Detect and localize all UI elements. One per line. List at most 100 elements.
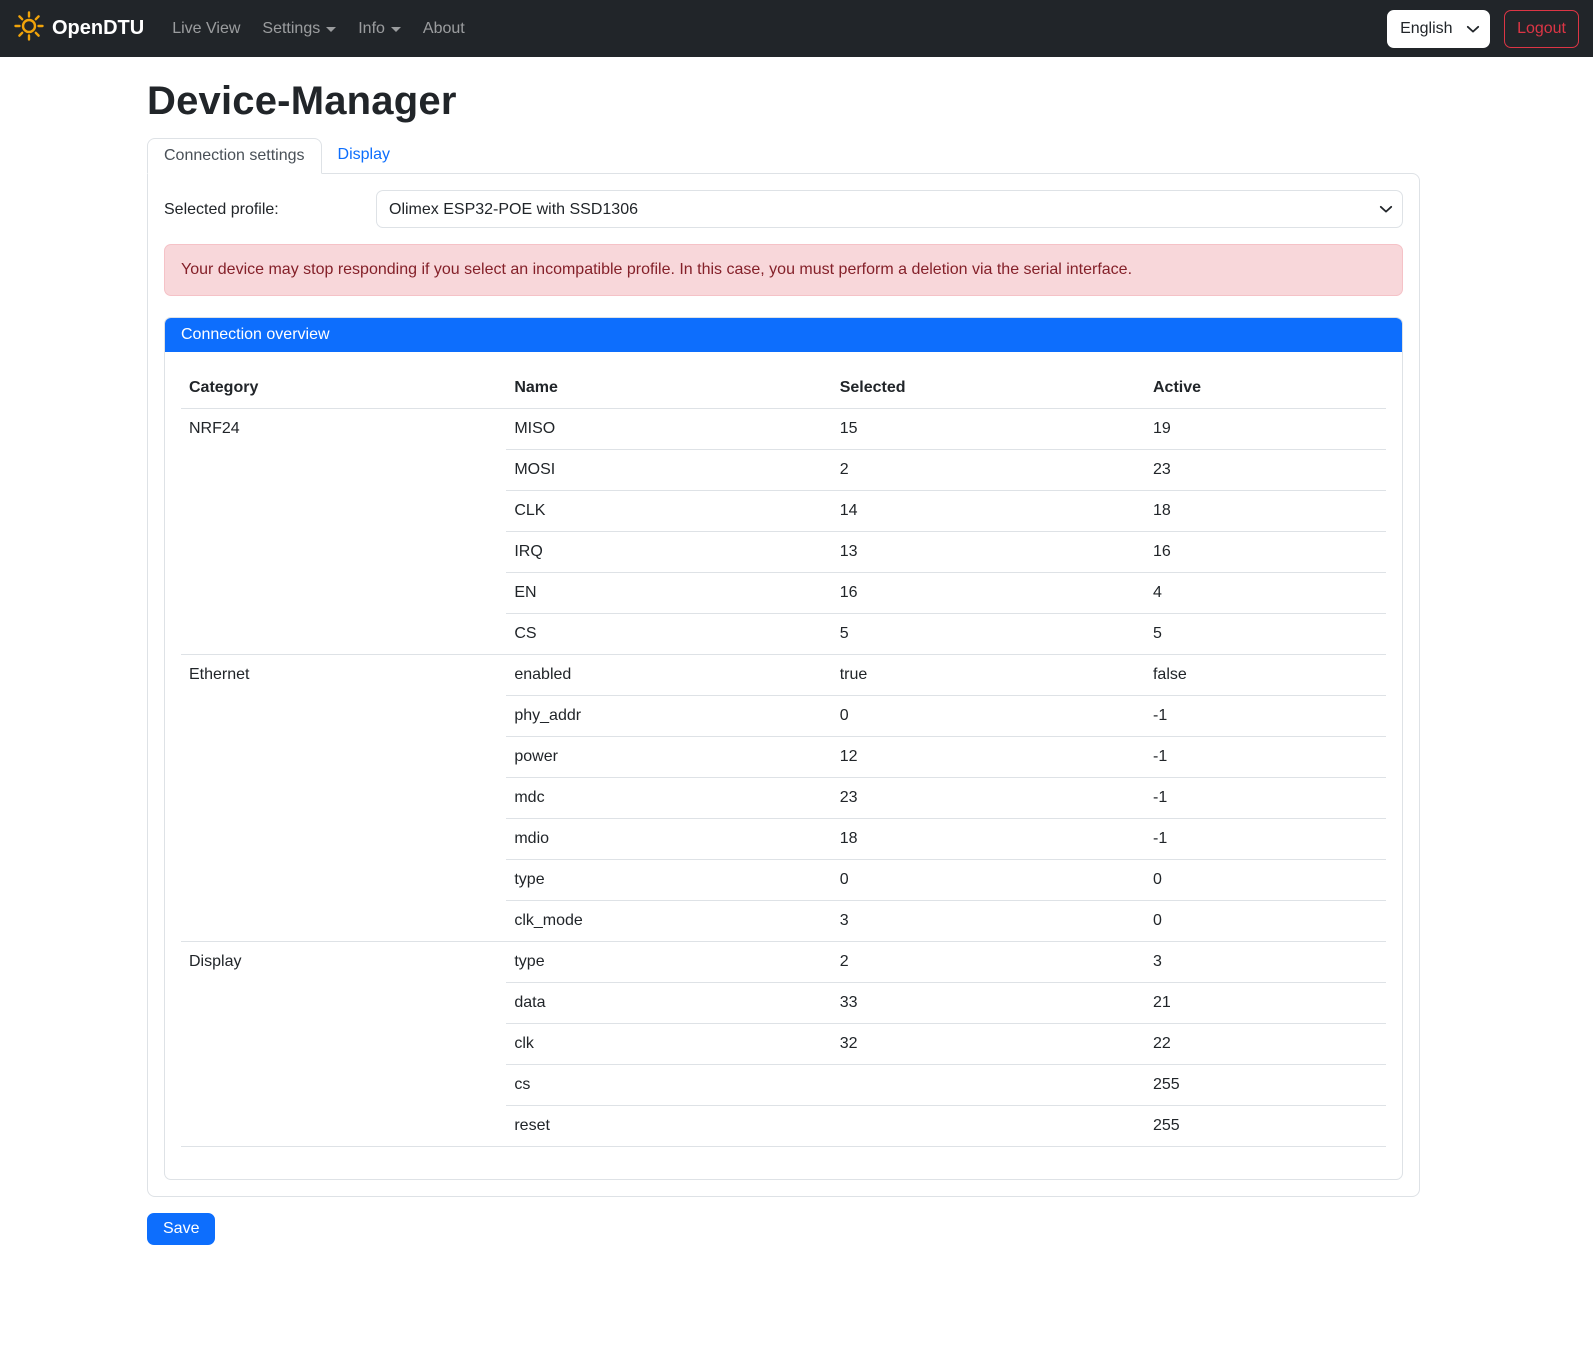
connection-overview-card: Connection overview Category Name Select… (164, 317, 1403, 1180)
nav-item-about[interactable]: About (415, 12, 473, 46)
active-cell: -1 (1145, 696, 1386, 737)
page-title: Device-Manager (147, 79, 1420, 124)
selected-cell: 14 (832, 491, 1145, 532)
selected-cell: 0 (832, 696, 1145, 737)
table-row: Ethernetenabledtruefalse (181, 655, 1386, 696)
name-cell: data (506, 983, 831, 1024)
name-cell: mdc (506, 778, 831, 819)
caret-down-icon (391, 27, 401, 32)
selected-cell (832, 1106, 1145, 1147)
active-cell: 0 (1145, 860, 1386, 901)
nav-item-label: Live View (172, 20, 240, 38)
active-cell: -1 (1145, 819, 1386, 860)
name-cell: clk (506, 1024, 831, 1065)
selected-cell: 0 (832, 860, 1145, 901)
column-header-selected: Selected (832, 368, 1145, 409)
nav-item-label: About (423, 20, 465, 38)
active-cell: 0 (1145, 901, 1386, 942)
name-cell: clk_mode (506, 901, 831, 942)
tab-bar: Connection settings Display (147, 138, 1420, 173)
category-cell: Display (181, 942, 506, 1147)
active-cell: 3 (1145, 942, 1386, 983)
selected-cell: 18 (832, 819, 1145, 860)
language-select[interactable]: English (1387, 10, 1490, 48)
name-cell: enabled (506, 655, 831, 696)
selected-cell: 12 (832, 737, 1145, 778)
name-cell: cs (506, 1065, 831, 1106)
category-cell: NRF24 (181, 409, 506, 655)
name-cell: phy_addr (506, 696, 831, 737)
column-header-category: Category (181, 368, 506, 409)
selected-cell: 2 (832, 942, 1145, 983)
category-cell: Ethernet (181, 655, 506, 942)
name-cell: power (506, 737, 831, 778)
tab-display[interactable]: Display (322, 138, 406, 173)
selected-cell (832, 1065, 1145, 1106)
profile-select[interactable]: Olimex ESP32-POE with SSD1306 (376, 190, 1403, 228)
profile-select-wrap: Olimex ESP32-POE with SSD1306 (376, 190, 1403, 228)
nav-item-live-view[interactable]: Live View (164, 12, 248, 46)
table-row: Displaytype23 (181, 942, 1386, 983)
language-select-wrap: English (1387, 10, 1490, 48)
selected-cell: 33 (832, 983, 1145, 1024)
active-cell: 21 (1145, 983, 1386, 1024)
active-cell: 255 (1145, 1065, 1386, 1106)
profile-row: Selected profile: Olimex ESP32-POE with … (164, 190, 1403, 228)
table-header-row: Category Name Selected Active (181, 368, 1386, 409)
tab-connection-settings[interactable]: Connection settings (147, 138, 322, 174)
brand[interactable]: OpenDTU (14, 11, 144, 47)
name-cell: type (506, 860, 831, 901)
selected-cell: true (832, 655, 1145, 696)
brand-label: OpenDTU (52, 17, 144, 40)
nav-item-settings[interactable]: Settings (254, 12, 344, 46)
selected-cell: 3 (832, 901, 1145, 942)
active-cell: 19 (1145, 409, 1386, 450)
name-cell: reset (506, 1106, 831, 1147)
nav-item-label: Settings (262, 20, 320, 38)
sun-icon (14, 11, 44, 47)
selected-cell: 23 (832, 778, 1145, 819)
name-cell: CLK (506, 491, 831, 532)
active-cell: 22 (1145, 1024, 1386, 1065)
active-cell: 4 (1145, 573, 1386, 614)
active-cell: 23 (1145, 450, 1386, 491)
caret-down-icon (326, 27, 336, 32)
nav-item-label: Info (358, 20, 385, 38)
card-header: Connection overview (165, 318, 1402, 352)
column-header-active: Active (1145, 368, 1386, 409)
active-cell: 16 (1145, 532, 1386, 573)
name-cell: MISO (506, 409, 831, 450)
logout-button[interactable]: Logout (1504, 10, 1579, 48)
table-header: Category Name Selected Active (181, 368, 1386, 409)
save-button[interactable]: Save (147, 1213, 215, 1245)
active-cell: false (1145, 655, 1386, 696)
name-cell: type (506, 942, 831, 983)
active-cell: 5 (1145, 614, 1386, 655)
tab-content: Selected profile: Olimex ESP32-POE with … (147, 173, 1420, 1197)
card-body: Category Name Selected Active NRF24MISO1… (165, 352, 1402, 1179)
name-cell: MOSI (506, 450, 831, 491)
navbar-right: English Logout (1387, 10, 1579, 48)
selected-cell: 15 (832, 409, 1145, 450)
name-cell: mdio (506, 819, 831, 860)
active-cell: -1 (1145, 737, 1386, 778)
connection-overview-table: Category Name Selected Active NRF24MISO1… (181, 368, 1386, 1147)
selected-cell: 32 (832, 1024, 1145, 1065)
incompatible-profile-alert: Your device may stop responding if you s… (164, 244, 1403, 296)
name-cell: EN (506, 573, 831, 614)
selected-cell: 2 (832, 450, 1145, 491)
active-cell: 18 (1145, 491, 1386, 532)
selected-cell: 13 (832, 532, 1145, 573)
overview-table-body: NRF24MISO1519MOSI223CLK1418IRQ1316EN164C… (181, 409, 1386, 1147)
selected-cell: 5 (832, 614, 1145, 655)
nav-links: Live View Settings Info About (164, 12, 1387, 46)
column-header-name: Name (506, 368, 831, 409)
active-cell: -1 (1145, 778, 1386, 819)
name-cell: CS (506, 614, 831, 655)
main-content: Device-Manager Connection settings Displ… (147, 79, 1420, 1261)
profile-label: Selected profile: (164, 199, 376, 219)
table-row: NRF24MISO1519 (181, 409, 1386, 450)
nav-item-info[interactable]: Info (350, 12, 409, 46)
navbar: OpenDTU Live View Settings Info About En… (0, 0, 1593, 57)
selected-cell: 16 (832, 573, 1145, 614)
